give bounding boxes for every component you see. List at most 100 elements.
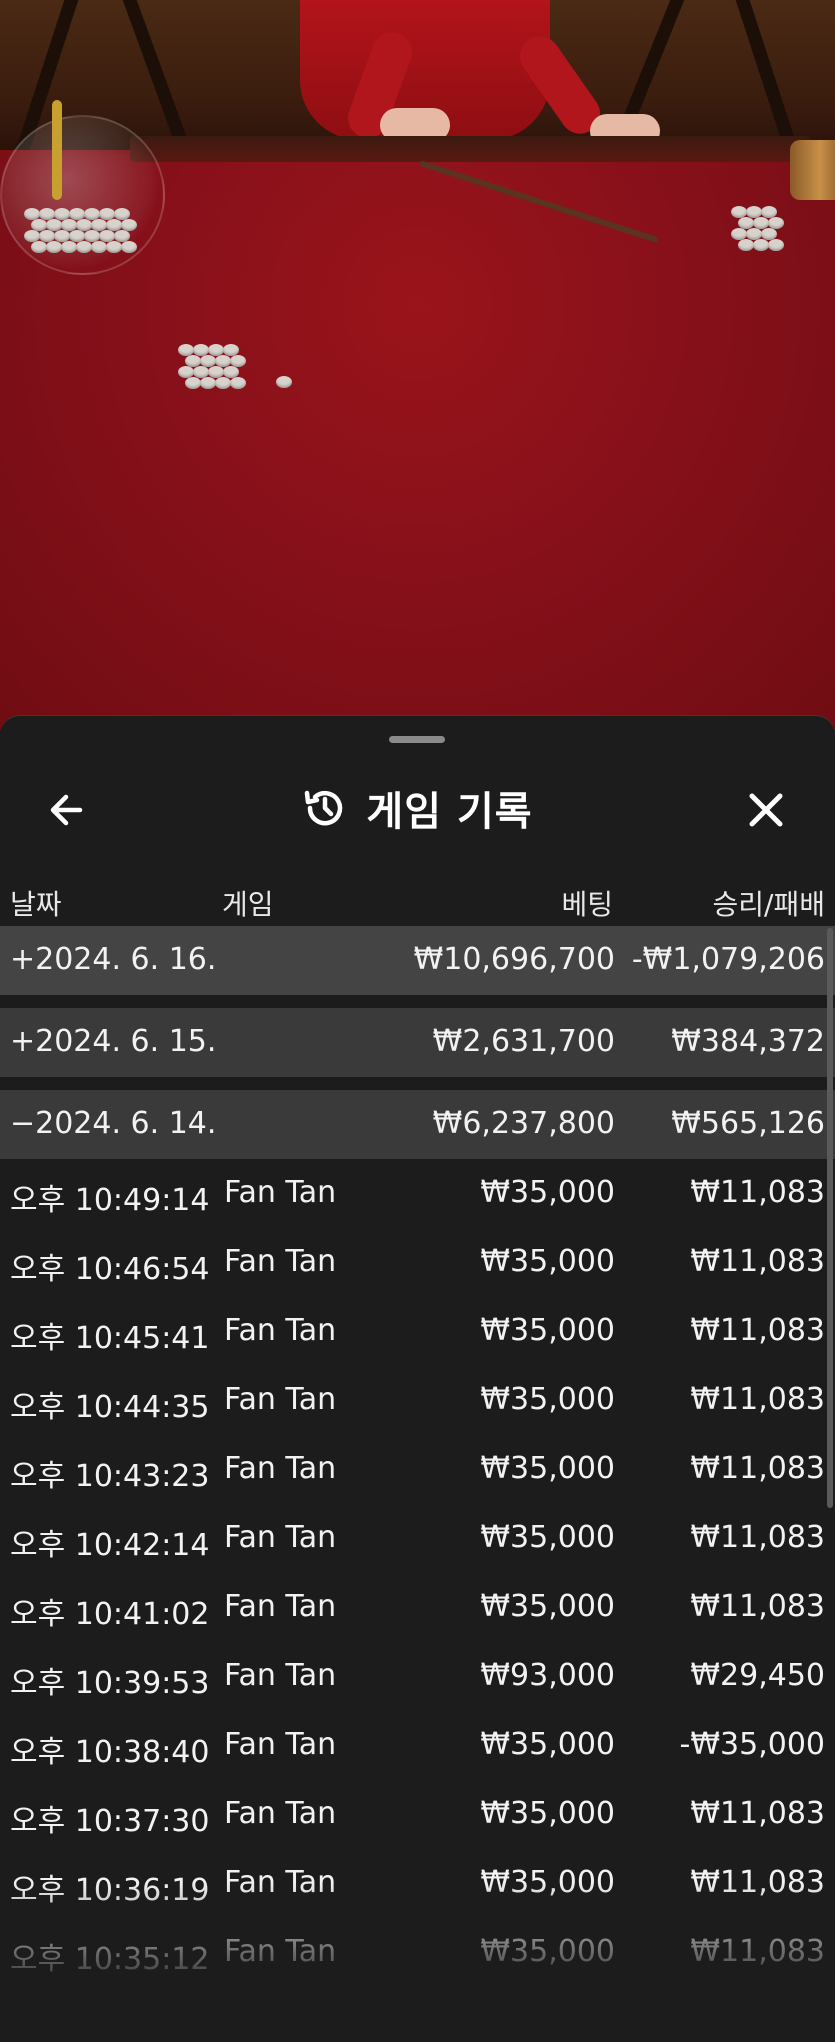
round-bet: ₩35,000	[480, 1175, 615, 1210]
round-game: Fan Tan	[224, 1865, 337, 1900]
round-game: Fan Tan	[224, 1589, 337, 1624]
column-header-bet: 베팅	[561, 888, 613, 921]
bead	[46, 241, 62, 253]
round-time: 오후 10:49:14	[10, 1183, 210, 1218]
round-game: Fan Tan	[224, 1382, 337, 1417]
round-row[interactable]: 오후 10:43:23 Fan Tan ₩35,000 ₩11,083	[0, 1435, 835, 1504]
bead	[753, 239, 769, 251]
history-icon	[305, 790, 343, 826]
round-result: ₩11,083	[690, 1589, 825, 1624]
round-result: ₩11,083	[690, 1244, 825, 1279]
round-result: ₩11,083	[690, 1175, 825, 1210]
round-game: Fan Tan	[224, 1727, 337, 1762]
round-bet: ₩35,000	[480, 1451, 615, 1486]
round-row[interactable]: 오후 10:46:54 Fan Tan ₩35,000 ₩11,083	[0, 1228, 835, 1297]
round-result: ₩11,083	[690, 1934, 825, 1969]
round-result: ₩11,083	[690, 1313, 825, 1348]
round-game: Fan Tan	[224, 1313, 337, 1348]
list-scrollbar[interactable]	[827, 928, 833, 1508]
round-time: 오후 10:44:35	[10, 1390, 210, 1425]
dome-handle	[52, 100, 62, 200]
round-bet: ₩93,000	[480, 1658, 615, 1693]
round-game: Fan Tan	[224, 1658, 337, 1693]
close-button[interactable]	[738, 782, 794, 838]
round-row[interactable]: 오후 10:45:41 Fan Tan ₩35,000 ₩11,083	[0, 1297, 835, 1366]
round-row[interactable]: 오후 10:39:53 Fan Tan ₩93,000 ₩29,450	[0, 1642, 835, 1711]
round-time: 오후 10:38:40	[10, 1735, 210, 1770]
round-game: Fan Tan	[224, 1175, 337, 1210]
title-group: 게임 기록	[0, 780, 835, 836]
sheet-header: 게임 기록	[0, 756, 835, 856]
group-bet-total: ₩10,696,700	[413, 942, 615, 977]
round-game: Fan Tan	[224, 1934, 337, 1969]
date-group-row[interactable]: +2024. 6. 15. ₩2,631,700 ₩384,372	[0, 1008, 835, 1077]
round-result: ₩11,083	[690, 1796, 825, 1831]
round-time: 오후 10:45:41	[10, 1321, 210, 1356]
group-date: +2024. 6. 16.	[10, 942, 217, 977]
round-row[interactable]: 오후 10:41:02 Fan Tan ₩35,000 ₩11,083	[0, 1573, 835, 1642]
round-bet: ₩35,000	[480, 1796, 615, 1831]
round-time: 오후 10:39:53	[10, 1666, 210, 1701]
column-header-row: 날짜 게임 베팅 승리/패배	[0, 871, 835, 931]
round-time: 오후 10:41:02	[10, 1597, 210, 1632]
round-bet: ₩35,000	[480, 1244, 615, 1279]
round-bet: ₩35,000	[480, 1589, 615, 1624]
bead	[768, 239, 784, 251]
round-game: Fan Tan	[224, 1451, 337, 1486]
group-bet-total: ₩2,631,700	[432, 1024, 615, 1059]
bead	[738, 239, 754, 251]
bead	[230, 377, 246, 389]
bead	[106, 241, 122, 253]
round-game: Fan Tan	[224, 1244, 337, 1279]
round-time: 오후 10:46:54	[10, 1252, 210, 1287]
date-group-row[interactable]: −2024. 6. 14. ₩6,237,800 ₩565,126	[0, 1090, 835, 1159]
round-row[interactable]: 오후 10:37:30 Fan Tan ₩35,000 ₩11,083	[0, 1780, 835, 1849]
group-date: +2024. 6. 15.	[10, 1024, 217, 1059]
round-bet: ₩35,000	[480, 1313, 615, 1348]
bead	[121, 241, 137, 253]
bead	[215, 377, 231, 389]
group-result-total: -₩1,079,206	[631, 942, 825, 977]
round-row[interactable]: 오후 10:36:19 Fan Tan ₩35,000 ₩11,083	[0, 1849, 835, 1918]
round-time: 오후 10:36:19	[10, 1873, 210, 1908]
round-game: Fan Tan	[224, 1520, 337, 1555]
table-edge	[130, 136, 810, 162]
group-result-total: ₩384,372	[671, 1024, 825, 1059]
column-header-date: 날짜	[10, 888, 62, 921]
sheet-drag-handle[interactable]	[389, 736, 445, 743]
round-time: 오후 10:42:14	[10, 1528, 210, 1563]
bead	[61, 241, 77, 253]
round-result: ₩11,083	[690, 1865, 825, 1900]
bead	[76, 241, 92, 253]
column-header-game: 게임	[222, 888, 274, 921]
close-icon	[749, 793, 783, 827]
bead	[276, 376, 292, 388]
round-time: 오후 10:35:12	[10, 1942, 210, 1977]
group-date: −2024. 6. 14.	[10, 1106, 217, 1141]
round-result: ₩11,083	[690, 1451, 825, 1486]
round-bet: ₩35,000	[480, 1727, 615, 1762]
bead	[200, 377, 216, 389]
round-result: -₩35,000	[679, 1727, 825, 1762]
round-row[interactable]: 오후 10:49:14 Fan Tan ₩35,000 ₩11,083	[0, 1159, 835, 1228]
brass-cup	[790, 140, 835, 200]
page-title: 게임 기록	[366, 789, 533, 835]
round-game: Fan Tan	[224, 1796, 337, 1831]
date-group-row[interactable]: +2024. 6. 16. ₩10,696,700 -₩1,079,206	[0, 926, 835, 995]
round-result: ₩29,450	[690, 1658, 825, 1693]
round-time: 오후 10:37:30	[10, 1804, 210, 1839]
history-list: +2024. 6. 16. ₩10,696,700 -₩1,079,206 +2…	[0, 926, 835, 1987]
group-bet-total: ₩6,237,800	[432, 1106, 615, 1141]
round-result: ₩11,083	[690, 1382, 825, 1417]
bead	[185, 377, 201, 389]
round-row[interactable]: 오후 10:42:14 Fan Tan ₩35,000 ₩11,083	[0, 1504, 835, 1573]
round-bet: ₩35,000	[480, 1382, 615, 1417]
round-row[interactable]: 오후 10:35:12 Fan Tan ₩35,000 ₩11,083	[0, 1918, 835, 1987]
round-bet: ₩35,000	[480, 1865, 615, 1900]
bead	[31, 241, 47, 253]
round-row[interactable]: 오후 10:38:40 Fan Tan ₩35,000 -₩35,000	[0, 1711, 835, 1780]
game-history-sheet: 게임 기록 날짜 게임 베팅 승리/패배 +2024. 6. 16. ₩10,6…	[0, 715, 835, 2042]
round-row[interactable]: 오후 10:44:35 Fan Tan ₩35,000 ₩11,083	[0, 1366, 835, 1435]
round-bet: ₩35,000	[480, 1934, 615, 1969]
column-header-result: 승리/패배	[712, 888, 825, 921]
